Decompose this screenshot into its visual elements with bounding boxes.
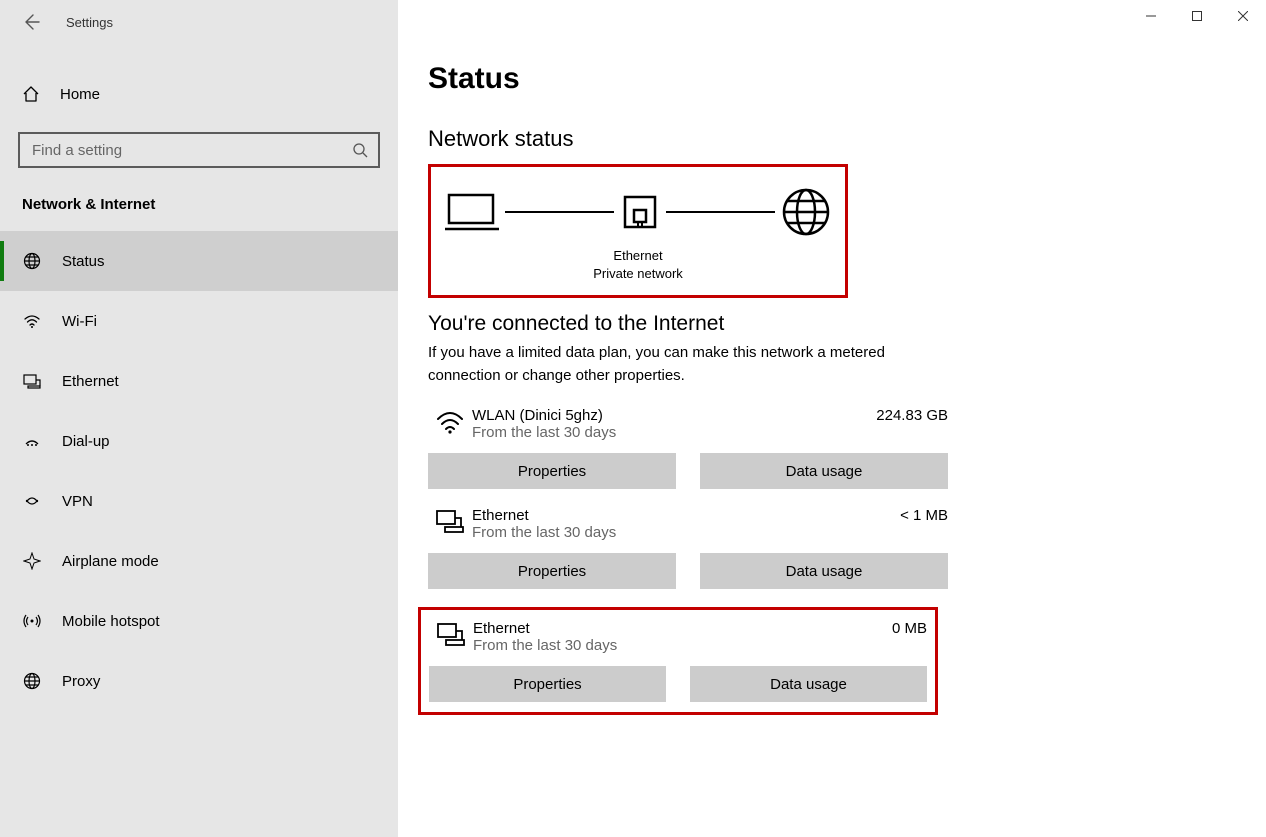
ethernet-adapter-icon [620, 192, 660, 232]
network-data: < 1 MB [848, 507, 948, 524]
wifi-icon [22, 312, 42, 330]
diagram-adapter-name: Ethernet [445, 247, 831, 265]
sidebar-item-wifi[interactable]: Wi-Fi [0, 291, 398, 351]
sidebar-item-label: Airplane mode [62, 553, 159, 570]
category-title: Network & Internet [22, 196, 398, 213]
data-usage-button[interactable]: Data usage [700, 453, 948, 489]
sidebar-item-dialup[interactable]: Dial-up [0, 411, 398, 471]
vpn-icon [22, 492, 42, 510]
main-content: Status Network status Ethernet Private n… [398, 0, 1266, 837]
sidebar-item-label: Dial-up [62, 433, 110, 450]
properties-button[interactable]: Properties [429, 666, 666, 702]
back-icon[interactable] [22, 13, 40, 31]
sidebar-item-vpn[interactable]: VPN [0, 471, 398, 531]
ethernet-icon [428, 507, 472, 535]
sidebar-item-proxy[interactable]: Proxy [0, 651, 398, 711]
globe-icon [781, 187, 831, 237]
data-usage-button[interactable]: Data usage [690, 666, 927, 702]
pc-icon [445, 191, 499, 233]
sidebar-item-ethernet[interactable]: Ethernet [0, 351, 398, 411]
search-input[interactable] [30, 141, 352, 160]
properties-button[interactable]: Properties [428, 553, 676, 589]
wifi-icon [428, 407, 472, 435]
maximize-button[interactable] [1174, 0, 1220, 32]
network-entry-highlighted: Ethernet From the last 30 days 0 MB Prop… [418, 607, 938, 715]
network-sub: From the last 30 days [473, 637, 827, 654]
connected-title: You're connected to the Internet [428, 312, 1236, 336]
section-title: Network status [428, 126, 1236, 152]
network-entry: WLAN (Dinici 5ghz) From the last 30 days… [428, 407, 948, 489]
sidebar-item-airplane[interactable]: Airplane mode [0, 531, 398, 591]
page-title: Status [428, 62, 1236, 96]
diagram-profile: Private network [445, 265, 831, 283]
properties-button[interactable]: Properties [428, 453, 676, 489]
sidebar: Settings Home Network & Internet Status … [0, 0, 398, 837]
sidebar-item-hotspot[interactable]: Mobile hotspot [0, 591, 398, 651]
network-name: Ethernet [473, 620, 827, 637]
search-input-container[interactable] [18, 132, 380, 168]
sidebar-item-home[interactable]: Home [0, 72, 398, 116]
ethernet-icon [429, 620, 473, 648]
network-sub: From the last 30 days [472, 524, 848, 541]
minimize-button[interactable] [1128, 0, 1174, 32]
sidebar-item-label: Ethernet [62, 373, 119, 390]
search-icon [352, 142, 368, 158]
network-name: Ethernet [472, 507, 848, 524]
home-icon [22, 85, 40, 103]
network-entry: Ethernet From the last 30 days < 1 MB Pr… [428, 507, 948, 589]
network-sub: From the last 30 days [472, 424, 848, 441]
network-data: 0 MB [827, 620, 927, 637]
window-title: Settings [66, 15, 113, 30]
dialup-icon [22, 432, 42, 450]
network-data: 224.83 GB [848, 407, 948, 424]
sidebar-item-label: Wi-Fi [62, 313, 97, 330]
home-label: Home [60, 86, 100, 103]
ethernet-icon [22, 372, 42, 390]
diagram-line [505, 211, 614, 213]
sidebar-item-label: Mobile hotspot [62, 613, 160, 630]
network-diagram-card: Ethernet Private network [428, 164, 848, 298]
sidebar-item-status[interactable]: Status [0, 231, 398, 291]
globe-icon [22, 672, 42, 690]
close-button[interactable] [1220, 0, 1266, 32]
sidebar-item-label: Proxy [62, 673, 100, 690]
data-usage-button[interactable]: Data usage [700, 553, 948, 589]
sidebar-item-label: VPN [62, 493, 93, 510]
sidebar-item-label: Status [62, 253, 105, 270]
hotspot-icon [22, 612, 42, 630]
network-name: WLAN (Dinici 5ghz) [472, 407, 848, 424]
diagram-line [666, 211, 775, 213]
airplane-icon [22, 552, 42, 570]
connected-subtitle: If you have a limited data plan, you can… [428, 342, 898, 387]
globe-icon [22, 252, 42, 270]
